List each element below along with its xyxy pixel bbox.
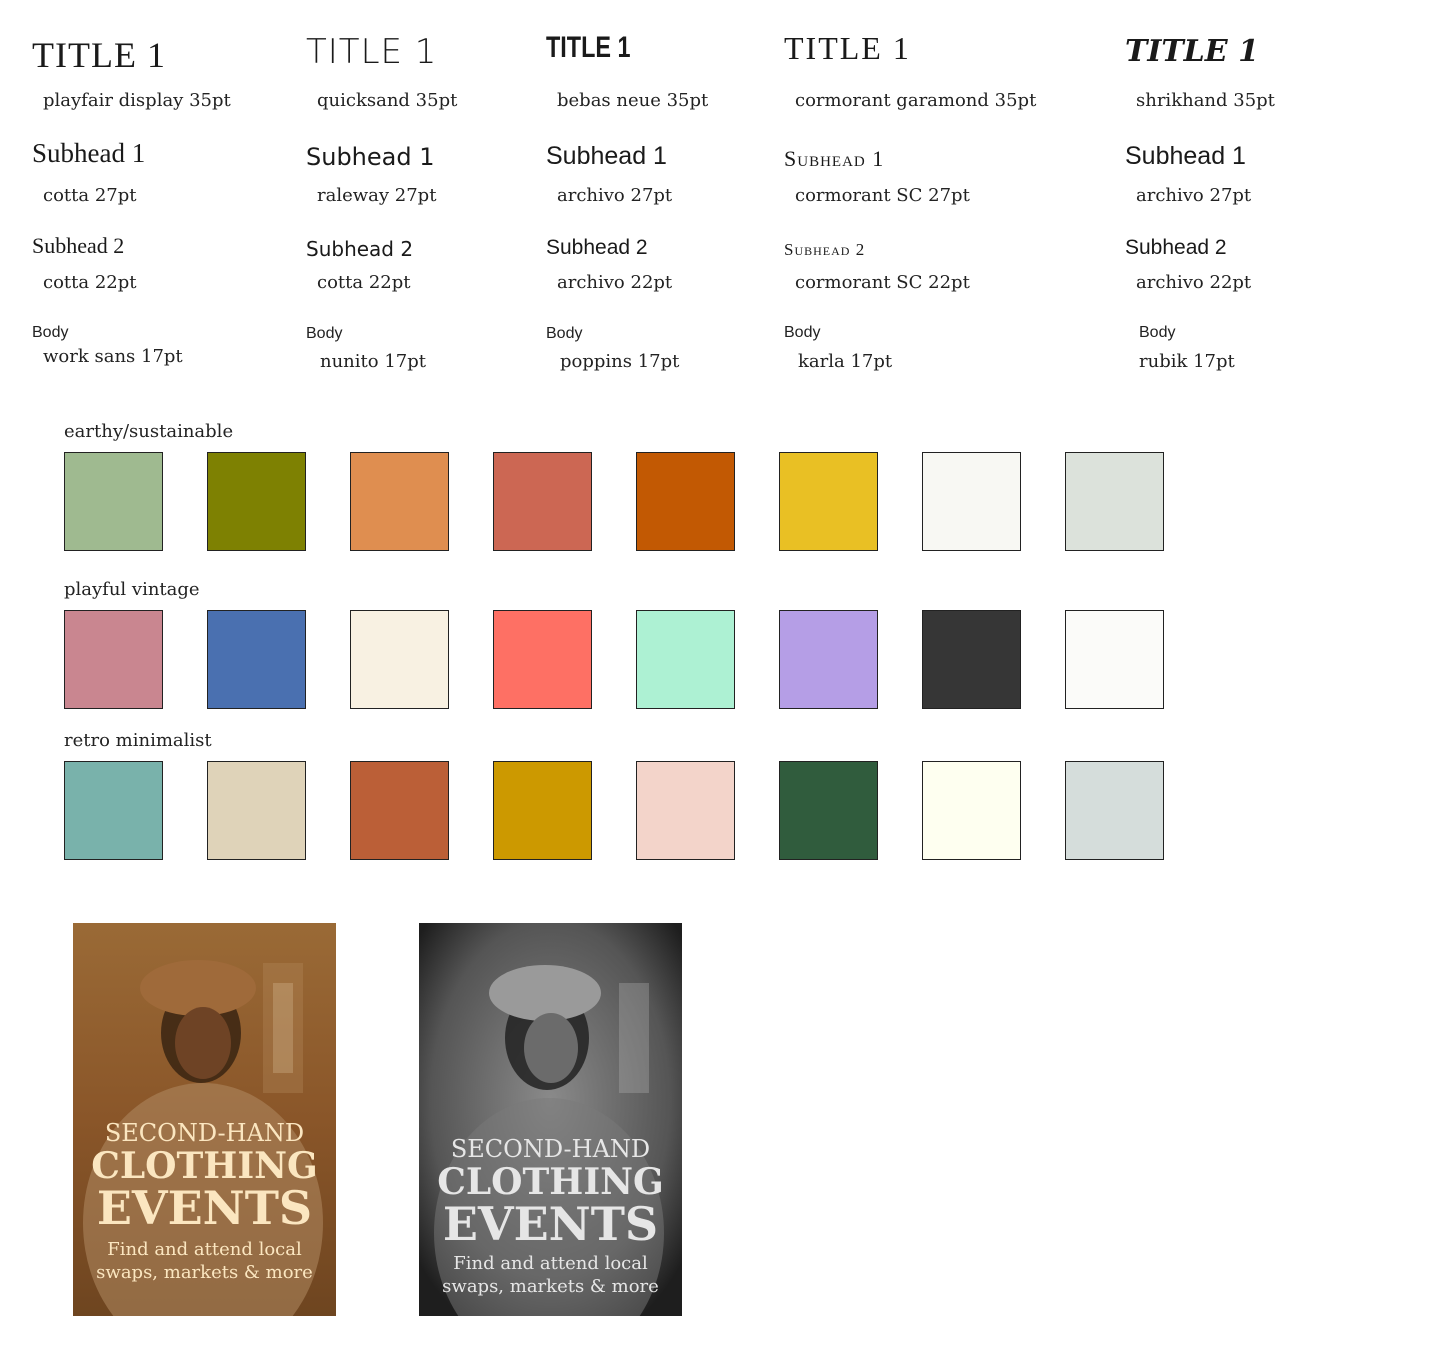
body-label: Body <box>1139 324 1176 341</box>
color-swatch <box>64 761 163 860</box>
subhead-1-sample: Subhead 1 <box>1125 142 1246 170</box>
poster-warm: SECOND-HAND CLOTHING EVENTS Find and att… <box>73 923 336 1316</box>
subhead-2-sample: Subhead 2 <box>1125 236 1227 259</box>
color-swatch <box>1065 761 1164 860</box>
poster-line-5: swaps, markets & more <box>442 1276 659 1297</box>
title-sample: TITLE 1 <box>1125 34 1259 69</box>
subhead-1-sample: Subhead 1 <box>306 143 435 171</box>
body-font-label: poppins 17pt <box>560 351 680 372</box>
subhead-2-font-label: cormorant SC 22pt <box>795 272 970 293</box>
palette-label-playful: playful vintage <box>64 579 200 600</box>
color-swatch <box>779 761 878 860</box>
color-swatch <box>636 761 735 860</box>
title-font-label: shrikhand 35pt <box>1136 90 1275 111</box>
title-font-label: bebas neue 35pt <box>557 90 709 111</box>
title-sample: TITLE 1 <box>306 32 438 72</box>
subhead-2-sample: Subhead 2 <box>546 236 648 259</box>
poster-line-1: SECOND-HAND <box>104 1119 305 1147</box>
poster-line-3: EVENTS <box>442 1197 659 1251</box>
font-pairing-column-5: TITLE 1 shrikhand 35pt Subhead 1 archivo… <box>1125 0 1425 390</box>
color-swatch <box>779 452 878 551</box>
subhead-1-font-label: cotta 27pt <box>43 185 137 206</box>
body-label: Body <box>32 324 69 341</box>
font-pairing-column-4: TITLE 1 cormorant garamond 35pt Subhead … <box>784 0 1084 390</box>
color-swatch <box>779 610 878 709</box>
color-swatch <box>493 610 592 709</box>
color-swatch <box>350 761 449 860</box>
poster-line-4: Find and attend local <box>107 1239 302 1260</box>
palette-label-earthy: earthy/sustainable <box>64 421 234 442</box>
color-swatch <box>64 452 163 551</box>
color-swatch <box>207 761 306 860</box>
color-swatch <box>350 610 449 709</box>
subhead-1-font-label: archivo 27pt <box>1136 185 1252 206</box>
subhead-1-font-label: raleway 27pt <box>317 185 437 206</box>
subhead-2-font-label: archivo 22pt <box>1136 272 1252 293</box>
subhead-1-sample: Subhead 1 <box>32 138 146 168</box>
color-swatch <box>207 610 306 709</box>
subhead-1-font-label: archivo 27pt <box>557 185 673 206</box>
color-swatch <box>922 452 1021 551</box>
title-font-label: quicksand 35pt <box>317 90 458 111</box>
poster-line-1: SECOND-HAND <box>450 1135 651 1163</box>
poster-mono: SECOND-HAND CLOTHING EVENTS Find and att… <box>419 923 682 1316</box>
subhead-2-font-label: cotta 22pt <box>317 272 411 293</box>
body-font-label: work sans 17pt <box>43 346 183 367</box>
palette-label-retro: retro minimalist <box>64 730 212 751</box>
title-sample: TITLE 1 <box>32 35 166 75</box>
poster-line-5: swaps, markets & more <box>96 1262 313 1283</box>
color-swatch <box>636 452 735 551</box>
body-font-label: rubik 17pt <box>1139 351 1235 372</box>
subhead-2-sample: Subhead 2 <box>32 233 125 258</box>
body-label: Body <box>784 324 821 341</box>
title-sample: TITLE 1 <box>546 31 631 64</box>
body-label: Body <box>306 325 343 342</box>
subhead-1-sample: Subhead 1 <box>784 146 885 171</box>
subhead-2-font-label: cotta 22pt <box>43 272 137 293</box>
color-swatch <box>207 452 306 551</box>
subhead-2-sample: Subhead 2 <box>306 237 414 261</box>
body-font-label: karla 17pt <box>798 351 893 372</box>
color-swatch <box>64 610 163 709</box>
color-swatch <box>922 610 1021 709</box>
subhead-1-font-label: cormorant SC 27pt <box>795 185 970 206</box>
poster-line-3: EVENTS <box>96 1181 313 1235</box>
subhead-1-sample: Subhead 1 <box>546 142 667 170</box>
color-swatch <box>1065 452 1164 551</box>
title-font-label: playfair display 35pt <box>43 90 231 111</box>
color-swatch <box>493 452 592 551</box>
title-sample: TITLE 1 <box>784 30 911 66</box>
subhead-2-font-label: archivo 22pt <box>557 272 673 293</box>
subhead-2-sample: Subhead 2 <box>784 240 866 259</box>
poster-line-4: Find and attend local <box>453 1253 648 1274</box>
title-font-label: cormorant garamond 35pt <box>795 90 1037 111</box>
body-font-label: nunito 17pt <box>320 351 426 372</box>
body-label: Body <box>546 325 583 342</box>
color-swatch <box>493 761 592 860</box>
color-swatch <box>350 452 449 551</box>
color-swatch <box>922 761 1021 860</box>
font-pairing-column-1: TITLE 1 playfair display 35pt Subhead 1 … <box>32 0 332 390</box>
color-swatch <box>636 610 735 709</box>
color-swatch <box>1065 610 1164 709</box>
